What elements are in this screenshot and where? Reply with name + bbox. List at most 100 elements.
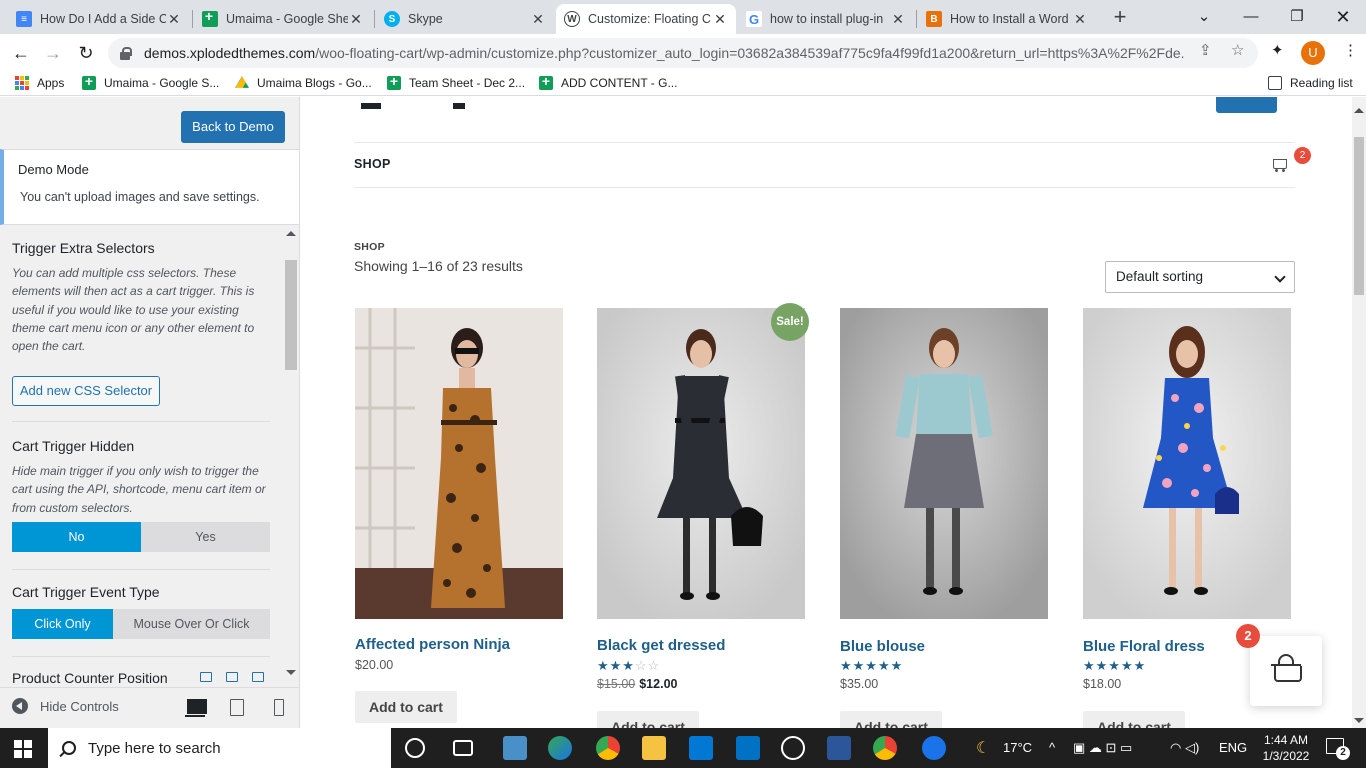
header-button-partial[interactable] [1216,97,1277,113]
trigger-extra-selectors-section: Trigger Extra Selectors You can add mult… [12,240,270,355]
tab-google-search[interactable]: G how to install plug-in ✕ [738,4,914,34]
close-icon[interactable]: ✕ [166,11,182,28]
tab-blogger[interactable]: B How to Install a Word ✕ [918,4,1096,34]
mail-icon[interactable] [736,736,760,760]
close-icon[interactable]: ✕ [348,11,364,28]
position-option-icon[interactable] [252,672,264,682]
close-icon[interactable]: ✕ [530,11,546,28]
restore-button[interactable]: ❐ [1274,4,1320,30]
scrollbar-thumb[interactable] [1354,137,1364,295]
tab-skype[interactable]: S Skype ✕ [376,4,554,34]
nav-shop-link[interactable]: SHOP [354,157,391,171]
product-image-black-dress[interactable] [597,308,805,619]
add-to-cart-button[interactable]: Add to cart [597,711,699,728]
back-to-demo-button[interactable]: Back to Demo [181,111,285,143]
scroll-down-icon[interactable] [1354,718,1364,723]
add-to-cart-button[interactable]: Add to cart [840,711,942,728]
scroll-down-icon[interactable] [286,670,296,675]
new-tab-button[interactable]: + [1108,6,1132,30]
position-option-icon[interactable] [200,672,212,682]
desktop-preview-icon[interactable] [185,697,207,717]
tab-google-doc[interactable]: ≡ How Do I Add a Side C ✕ [8,4,190,34]
share-icon[interactable]: ⇪ [1199,41,1212,59]
app-icon[interactable] [781,736,805,760]
windows-taskbar: Type here to search ☾ 17°C ^ ▣ ☁ ⊡ ▭ ◠ ◁… [0,728,1366,768]
mobile-preview-icon[interactable] [268,697,288,717]
wifi-volume-icons[interactable]: ◠ ◁) [1170,740,1199,756]
reading-list-button[interactable]: Reading list [1268,76,1353,90]
floating-cart-trigger[interactable] [1250,636,1322,706]
language-indicator[interactable]: ENG [1219,740,1247,755]
bookmark-star-icon[interactable]: ☆ [1231,41,1244,59]
toggle-mouse-over-or-click[interactable]: Mouse Over Or Click [113,609,270,639]
scrollbar-thumb[interactable] [285,260,297,370]
close-icon[interactable]: ✕ [712,11,728,28]
tablet-preview-icon[interactable] [226,697,246,717]
chevron-up-icon[interactable]: ^ [1049,740,1055,755]
product-image-blue-blouse[interactable] [840,308,1048,619]
url-text[interactable]: demos.xplodedthemes.com/woo-floating-car… [144,45,1184,61]
extensions-puzzle-icon[interactable]: ✦ [1271,41,1284,59]
back-arrow-icon[interactable]: ← [8,40,34,66]
lock-icon[interactable] [118,46,132,60]
preview-scrollbar[interactable] [1352,97,1366,728]
cortana-icon[interactable] [405,738,425,758]
add-css-selector-button[interactable]: Add new CSS Selector [12,376,160,406]
close-icon[interactable]: ✕ [890,11,906,28]
weather-text[interactable]: 17°C [1003,740,1032,755]
toggle-no[interactable]: No [12,522,141,552]
edge-icon[interactable] [548,736,572,760]
product-image-blue-floral-dress[interactable] [1083,308,1291,619]
bookmark-umaima-sheet[interactable]: Umaima - Google S... [82,73,219,90]
demo-mode-notice: Demo Mode You can't upload images and sa… [0,149,299,225]
product-title[interactable]: Blue blouse [840,638,925,655]
google-sheets-icon [82,73,96,90]
cart-icon[interactable] [1270,155,1290,175]
word-icon[interactable] [827,736,851,760]
bookmark-umaima-blogs[interactable]: Umaima Blogs - Go... [235,76,372,90]
add-to-cart-button[interactable]: Add to cart [1083,711,1185,728]
tab-customize-active[interactable]: W Customize: Floating C ✕ [556,4,736,34]
bookmark-add-content[interactable]: ADD CONTENT - G... [539,73,677,90]
tray-icons[interactable]: ▣ ☁ ⊡ ▭ [1073,740,1132,756]
taskbar-search-box[interactable]: Type here to search [48,728,391,768]
product-title[interactable]: Blue Floral dress [1083,638,1205,655]
sidebar-scrollbar[interactable] [284,227,298,675]
store-icon[interactable] [689,736,713,760]
product-price: $20.00 [355,658,394,672]
add-to-cart-button[interactable]: Add to cart [355,691,457,723]
toggle-yes[interactable]: Yes [141,522,270,552]
close-window-button[interactable]: ✕ [1320,4,1366,30]
hide-controls-button[interactable]: Hide Controls [12,698,119,714]
system-clock[interactable]: 1:44 AM 1/3/2022 [1258,732,1314,764]
forward-arrow-icon[interactable]: → [40,40,66,66]
sort-select[interactable]: Default sorting [1105,261,1295,293]
tab-search-chevron-icon[interactable]: ⌄ [1181,4,1227,30]
more-menu-icon[interactable]: ⋮ [1343,41,1358,59]
address-bar[interactable]: demos.xplodedthemes.com/woo-floating-car… [108,38,1258,68]
chrome-active-icon[interactable] [873,736,897,760]
toggle-click-only[interactable]: Click Only [12,609,113,639]
star-rating: ★★★★★ [1083,658,1147,673]
section-title: Trigger Extra Selectors [12,240,155,256]
task-view-icon[interactable] [453,740,473,756]
help-icon[interactable] [922,736,946,760]
tab-google-sheet[interactable]: Umaima - Google She ✕ [194,4,372,34]
bookmark-team-sheet[interactable]: Team Sheet - Dec 2... [387,73,525,90]
minimize-button[interactable]: — [1228,4,1274,30]
chrome-icon[interactable] [596,736,620,760]
breadcrumb[interactable]: SHOP [354,241,385,253]
bookmark-apps[interactable]: Apps [15,76,64,90]
file-explorer-blue-icon[interactable] [503,736,527,760]
scroll-up-icon[interactable] [1354,108,1364,113]
product-title[interactable]: Affected person Ninja [355,636,510,653]
windows-start-icon[interactable] [14,740,32,758]
close-icon[interactable]: ✕ [1072,11,1088,28]
folder-icon[interactable] [642,736,666,760]
product-image-leopard-dress[interactable] [355,308,563,619]
position-option-icon[interactable] [226,672,238,682]
profile-avatar[interactable]: U [1301,41,1325,65]
scroll-up-icon[interactable] [286,231,296,236]
reload-icon[interactable]: ↻ [73,40,99,66]
product-title[interactable]: Black get dressed [597,637,725,654]
